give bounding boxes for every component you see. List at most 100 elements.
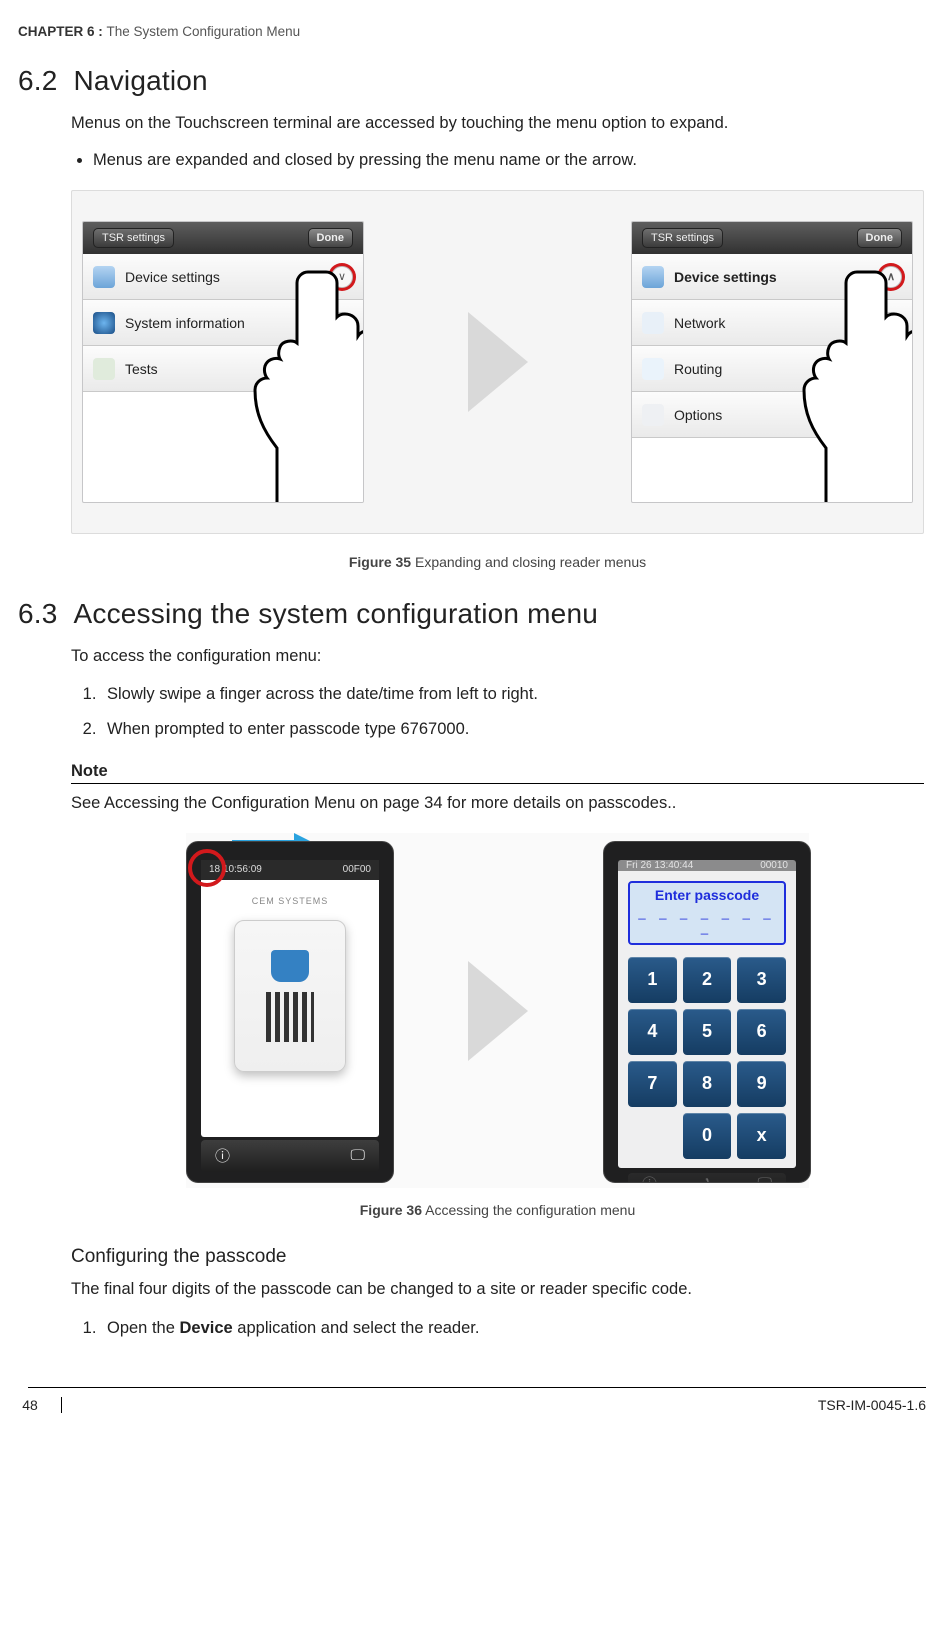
highlight-circle-icon <box>188 849 226 887</box>
fig35-left-panel: TSR settings Done Device settings ∨ Syst… <box>82 221 364 503</box>
keypad-key-0[interactable]: 0 <box>683 1113 732 1159</box>
keypad-key-clear[interactable]: x <box>737 1113 786 1159</box>
chevron-down-icon[interactable]: ∨ <box>880 404 902 426</box>
figure-text: Expanding and closing reader menus <box>411 554 646 570</box>
keypad-key-1[interactable]: 1 <box>628 957 677 1003</box>
network-icon <box>642 312 664 334</box>
chevron-up-icon[interactable]: ∧ <box>880 266 902 288</box>
phone-status-bar[interactable]: 18 10:56:09 00F00 <box>201 860 379 880</box>
menu-item-label: Device settings <box>674 269 777 285</box>
config-passcode-step-1: Open the Device application and select t… <box>101 1316 924 1342</box>
wrench-icon <box>93 266 115 288</box>
footer-line <box>28 1387 926 1388</box>
card-top-icon <box>271 950 309 982</box>
barcode-icon <box>266 992 314 1042</box>
chevron-down-icon[interactable]: ∨ <box>331 312 353 334</box>
menu-item-label: Options <box>674 407 722 423</box>
chapter-title: The System Configuration Menu <box>107 24 301 39</box>
menu-item-system-info[interactable]: System information ∨ <box>83 300 363 346</box>
monitor-icon[interactable]: 🖵 <box>351 1147 365 1164</box>
chapter-label: CHAPTER 6 : <box>18 24 107 39</box>
fig35-right-panel: TSR settings Done Device settings ∧ Netw… <box>631 221 913 503</box>
menu-item-label: Network <box>674 315 725 331</box>
chevron-down-icon[interactable]: ∨ <box>331 358 353 380</box>
menu-item-device-settings[interactable]: Device settings ∧ <box>632 254 912 300</box>
step-text-pre: Open the <box>107 1319 179 1337</box>
fig36-left-phone: 18 10:56:09 00F00 CEM SYSTEMS ⓘ 🖵 <box>186 841 392 1181</box>
step-text-bold: Device <box>179 1319 232 1337</box>
config-passcode-heading: Configuring the passcode <box>71 1246 924 1268</box>
figure-36-caption: Figure 36 Accessing the configuration me… <box>71 1202 924 1218</box>
section-heading-nav: 6.2 Navigation <box>18 65 926 97</box>
page-footer: 48 TSR-IM-0045-1.6 <box>18 1381 926 1425</box>
keypad-key-3[interactable]: 3 <box>737 957 786 1003</box>
menu-item-label: Tests <box>125 361 158 377</box>
menu-item-tests[interactable]: Tests ∨ <box>83 346 363 392</box>
section-title-access: Accessing the system configuration menu <box>74 598 599 629</box>
page-number: 48 <box>8 1397 62 1413</box>
step-text-post: application and select the reader. <box>233 1319 480 1337</box>
menu-item-label: Device settings <box>125 269 220 285</box>
menu-item-network[interactable]: Network ∨ <box>632 300 912 346</box>
check-icon <box>93 358 115 380</box>
menu-item-options[interactable]: Options ∨ <box>632 392 912 438</box>
figure-35-area: TSR settings Done Device settings ∨ Syst… <box>71 190 924 534</box>
fig36-right-phone: Fri 26 13:40:44 00010 Enter passcode _ _… <box>603 841 809 1181</box>
keypad-key-2[interactable]: 2 <box>683 957 732 1003</box>
phone-nav-bar: ⓘ 🖵 <box>201 1140 379 1172</box>
section-title-nav: Navigation <box>74 65 208 96</box>
access-step-1: Slowly swipe a finger across the date/ti… <box>101 682 924 708</box>
menu-item-device-settings[interactable]: Device settings ∨ <box>83 254 363 300</box>
nav-bullet-item: Menus are expanded and closed by pressin… <box>93 149 924 172</box>
tsr-settings-button[interactable]: TSR settings <box>642 228 723 248</box>
section-number-nav: 6.2 <box>18 65 58 96</box>
access-steps: Slowly swipe a finger across the date/ti… <box>71 682 924 742</box>
chevron-down-icon[interactable]: ∨ <box>880 312 902 334</box>
monitor-icon: 🖵 <box>758 1175 772 1183</box>
chevron-down-icon[interactable]: ∨ <box>331 266 353 288</box>
keypad-key-4[interactable]: 4 <box>628 1009 677 1055</box>
keypad-key-9[interactable]: 9 <box>737 1061 786 1107</box>
nav-intro-text: Menus on the Touchscreen terminal are ac… <box>71 112 924 135</box>
passcode-title: Enter passcode <box>638 887 776 903</box>
passcode-dashes: _ _ _ _ _ _ _ _ <box>638 905 776 935</box>
menu-item-label: Routing <box>674 361 722 377</box>
titlebar: TSR settings Done <box>632 222 912 254</box>
section-number-access: 6.3 <box>18 598 58 629</box>
globe-icon <box>93 312 115 334</box>
keypad-key-6[interactable]: 6 <box>737 1009 786 1055</box>
phone-status-bar: Fri 26 13:40:44 00010 <box>618 860 796 871</box>
nav-bullets: Menus are expanded and closed by pressin… <box>71 149 924 172</box>
menu-item-label: System information <box>125 315 245 331</box>
access-intro-text: To access the configuration menu: <box>71 645 924 668</box>
cem-logo: CEM SYSTEMS <box>201 896 379 906</box>
figure-text: Accessing the configuration menu <box>422 1202 635 1218</box>
keypad-key-5[interactable]: 5 <box>683 1009 732 1055</box>
wrench-icon <box>642 266 664 288</box>
routing-icon <box>642 358 664 380</box>
section-heading-access: 6.3 Accessing the system configuration m… <box>18 598 926 630</box>
config-passcode-para: The final four digits of the passcode ca… <box>71 1278 924 1301</box>
done-button[interactable]: Done <box>308 228 354 248</box>
chapter-header: CHAPTER 6 : The System Configuration Men… <box>18 24 926 39</box>
config-passcode-steps: Open the Device application and select t… <box>71 1316 924 1342</box>
done-button[interactable]: Done <box>857 228 903 248</box>
keypad: 1 2 3 4 5 6 7 8 9 0 x <box>628 957 786 1159</box>
figure-36-area: 18 10:56:09 00F00 CEM SYSTEMS ⓘ 🖵 <box>186 833 809 1188</box>
keypad-key-7[interactable]: 7 <box>628 1061 677 1107</box>
figure-label: Figure 35 <box>349 554 411 570</box>
figure-label: Figure 36 <box>360 1202 422 1218</box>
document-id: TSR-IM-0045-1.6 <box>818 1397 926 1413</box>
tsr-settings-button[interactable]: TSR settings <box>93 228 174 248</box>
info-icon[interactable]: ⓘ <box>215 1145 230 1166</box>
keypad-key-8[interactable]: 8 <box>683 1061 732 1107</box>
status-datetime: Fri 26 13:40:44 <box>626 860 693 871</box>
status-code: 00F00 <box>343 864 371 875</box>
chevron-down-icon[interactable]: ∨ <box>880 358 902 380</box>
status-code: 00010 <box>760 860 788 871</box>
card-image <box>234 920 346 1072</box>
access-step-2: When prompted to enter passcode type 676… <box>101 717 924 743</box>
transition-arrow-icon <box>453 961 543 1061</box>
menu-item-routing[interactable]: Routing ∨ <box>632 346 912 392</box>
note-label: Note <box>71 762 924 781</box>
